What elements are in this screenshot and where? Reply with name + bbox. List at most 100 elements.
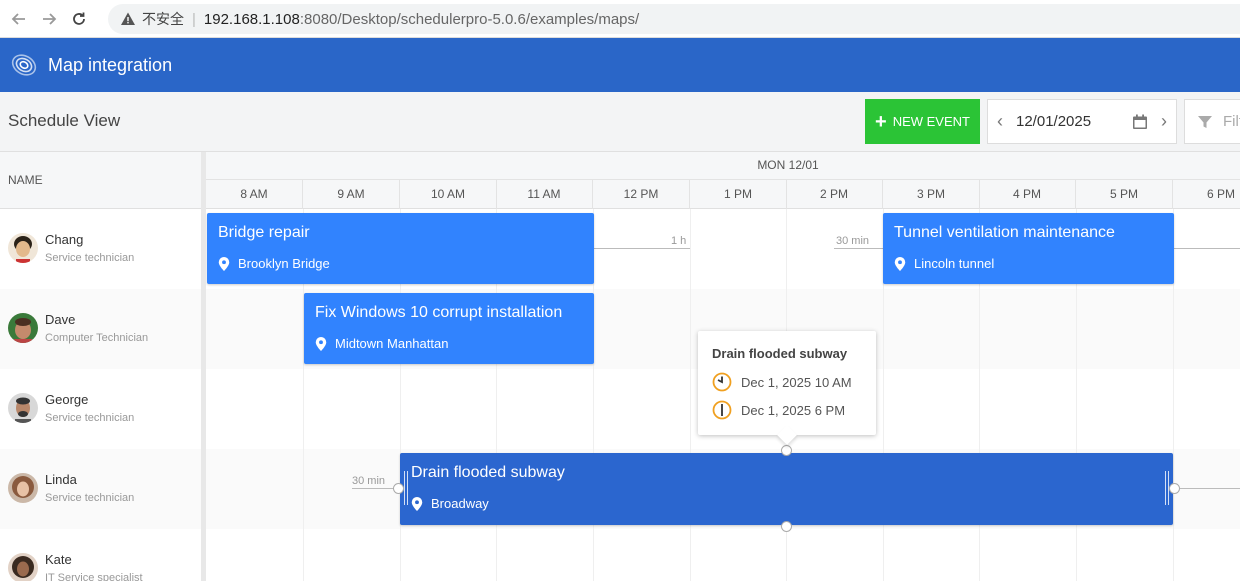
time-axis: MON 12/01 8 AM 9 AM 10 AM 11 AM 12 PM 1 … — [206, 152, 1240, 209]
forward-button[interactable] — [38, 8, 60, 30]
dependency-terminal-top[interactable] — [781, 445, 792, 456]
hour-header: 9 AM — [303, 180, 400, 209]
url-host: 192.168.1.108 — [203, 10, 300, 28]
reload-button[interactable] — [68, 8, 90, 30]
resource-role: Service technician — [45, 412, 135, 424]
event-drain-flooded-subway[interactable]: Drain flooded subway Broadway — [400, 453, 1173, 525]
filter-input[interactable]: Filt — [1184, 99, 1240, 144]
resource-row[interactable]: Linda Service technician — [0, 449, 201, 529]
tooltip-title: Drain flooded subway — [712, 346, 848, 361]
new-event-button[interactable]: + NEW EVENT — [865, 99, 980, 144]
resource-row[interactable]: Kate IT Service specialist — [0, 529, 201, 581]
arrow-right-icon — [43, 12, 57, 25]
map-pin-icon — [894, 256, 906, 271]
chevron-right-icon[interactable]: › — [1152, 111, 1176, 132]
avatar — [8, 313, 38, 343]
reload-icon — [73, 12, 85, 25]
resource-name: Chang — [45, 232, 84, 247]
filter-icon — [1198, 115, 1212, 128]
dependency-terminal-left[interactable] — [393, 483, 404, 494]
url-path: :8080/Desktop/schedulerpro-5.0.6/example… — [299, 10, 640, 28]
tooltip-start-row: Dec 1, 2025 10 AM — [712, 372, 852, 392]
event-location: Midtown Manhattan — [315, 336, 448, 351]
hour-header: 6 PM — [1173, 180, 1240, 209]
event-title: Fix Windows 10 corrupt installation — [315, 304, 563, 321]
event-location: Broadway — [411, 496, 489, 511]
event-location-label: Brooklyn Bridge — [238, 256, 330, 271]
event-location: Lincoln tunnel — [894, 256, 994, 271]
dependency-terminal-bottom[interactable] — [781, 521, 792, 532]
resource-role: Service technician — [45, 492, 135, 504]
buffer-line — [1174, 248, 1240, 249]
buffer-line — [834, 248, 883, 249]
resource-name: Kate — [45, 552, 72, 567]
map-pin-icon — [218, 256, 230, 271]
hour-header: 5 PM — [1076, 180, 1173, 209]
buffer-line — [1174, 488, 1240, 489]
hour-header: 2 PM — [786, 180, 883, 209]
event-bridge-repair[interactable]: Bridge repair Brooklyn Bridge — [207, 213, 594, 284]
map-pin-icon — [315, 336, 327, 351]
event-title: Tunnel ventilation maintenance — [894, 224, 1115, 241]
event-location-label: Midtown Manhattan — [335, 336, 449, 351]
event-location-label: Lincoln tunnel — [914, 256, 995, 271]
resource-name: Dave — [45, 312, 76, 327]
event-location-label: Broadway — [431, 496, 489, 511]
buffer-label: 30 min — [352, 475, 386, 487]
event-fix-windows[interactable]: Fix Windows 10 corrupt installation Midt… — [304, 293, 594, 364]
date-picker[interactable]: ‹ 12/01/2025 › — [987, 99, 1177, 144]
resource-row[interactable]: Dave Computer Technician — [0, 289, 201, 369]
resource-row[interactable]: Chang Service technician — [0, 209, 201, 289]
warning-icon — [121, 12, 135, 25]
event-title: Drain flooded subway — [411, 464, 565, 481]
name-column-header[interactable]: NAME — [0, 152, 201, 209]
map-pin-icon — [411, 496, 423, 511]
url-separator: | — [192, 10, 196, 28]
avatar — [8, 393, 38, 423]
hour-header: 11 AM — [496, 180, 593, 209]
address-bar[interactable]: 不安全 | 192.168.1.108 :8080/Desktop/schedu… — [108, 4, 1240, 34]
resource-column: NAME Chang Service technician Dave Compu… — [0, 152, 201, 581]
resource-name: George — [45, 392, 89, 407]
event-tunnel-ventilation[interactable]: Tunnel ventilation maintenance Lincoln t… — [883, 213, 1174, 284]
resource-name: Linda — [45, 472, 77, 487]
grid-line — [690, 209, 691, 581]
hour-header: 3 PM — [883, 180, 980, 209]
app-header: Map integration — [0, 38, 1240, 92]
plus-icon: + — [875, 110, 887, 133]
calendar-icon[interactable] — [1132, 114, 1148, 130]
view-title: Schedule View — [8, 111, 121, 130]
name-header-label: NAME — [8, 173, 43, 187]
avatar — [8, 553, 38, 581]
back-button[interactable] — [8, 8, 30, 30]
avatar — [8, 473, 38, 503]
avatar — [8, 233, 38, 263]
tooltip-start: Dec 1, 2025 10 AM — [741, 374, 852, 390]
resource-role: Computer Technician — [45, 332, 149, 344]
day-header: MON 12/01 — [206, 152, 1240, 180]
buffer-label: 1 h — [671, 235, 687, 247]
hour-header: 4 PM — [979, 180, 1076, 209]
event-tooltip: Drain flooded subway Dec 1, 2025 10 AM D… — [698, 331, 876, 445]
hour-header: 1 PM — [690, 180, 787, 209]
browser-bar: 不安全 | 192.168.1.108 :8080/Desktop/schedu… — [0, 0, 1240, 38]
filter-placeholder: Filt — [1223, 113, 1240, 130]
tooltip-end-row: Dec 1, 2025 6 PM — [712, 400, 845, 420]
clock-end-icon — [712, 400, 732, 420]
event-title: Bridge repair — [218, 224, 310, 241]
insecure-label: 不安全 — [142, 11, 184, 27]
tooltip-end: Dec 1, 2025 6 PM — [741, 402, 846, 418]
resource-role: IT Service specialist — [45, 572, 143, 581]
buffer-label: 30 min — [836, 235, 870, 247]
date-value[interactable]: 12/01/2025 — [1012, 113, 1132, 130]
resize-handle-left[interactable] — [404, 471, 408, 505]
hour-header: 8 AM — [206, 180, 303, 209]
resource-role: Service technician — [45, 252, 135, 264]
buffer-line — [594, 248, 690, 249]
resource-row[interactable]: George Service technician — [0, 369, 201, 449]
app-title: Map integration — [48, 54, 173, 75]
dependency-terminal-right[interactable] — [1169, 483, 1180, 494]
chevron-left-icon[interactable]: ‹ — [988, 111, 1012, 132]
schedule-row[interactable] — [206, 529, 1240, 581]
clock-start-icon — [712, 372, 732, 392]
